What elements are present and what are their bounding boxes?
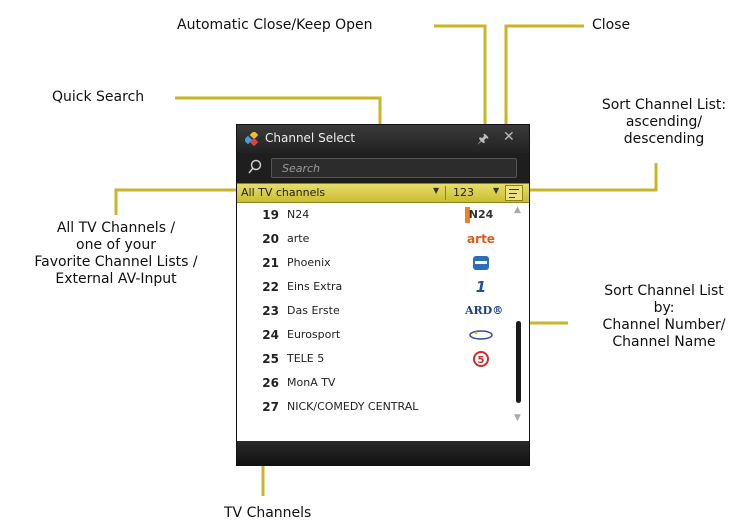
sort-order-icon[interactable]	[505, 185, 523, 201]
search-row: Search	[237, 153, 529, 183]
channel-number: 20	[262, 232, 279, 246]
annotation-sort-order: Sort Channel List: ascending/ descending	[601, 97, 727, 147]
list-item[interactable]: 23 Das Erste ARD®	[237, 299, 507, 323]
ard-logo: ARD®	[465, 304, 504, 317]
channel-number: 26	[262, 376, 279, 390]
list-item[interactable]: 26 MonA TV	[237, 371, 507, 395]
list-item[interactable]: 27 NICK/COMEDY CENTRAL	[237, 395, 507, 419]
channel-number: 27	[262, 400, 279, 414]
title-bar[interactable]: Channel Select 🖈 ✕	[237, 125, 529, 153]
scroll-thumb[interactable]	[516, 321, 521, 403]
dropdown-icon[interactable]: ▼	[493, 186, 499, 195]
channel-filter-select[interactable]: All TV channels	[241, 186, 325, 199]
channel-number: 21	[262, 256, 279, 270]
n24-logo: N24	[465, 207, 497, 223]
divider	[445, 186, 446, 200]
channel-name: Eins Extra	[287, 280, 343, 293]
channel-name: Das Erste	[287, 304, 340, 317]
scroll-down-icon[interactable]: ▼	[514, 413, 521, 423]
search-icon	[248, 159, 262, 174]
eurosport-logo	[465, 327, 497, 343]
channel-name: MonA TV	[287, 376, 336, 389]
list-item[interactable]: 19 N24 N24	[237, 203, 507, 227]
annotation-channel-filter: All TV Channels / one of your Favorite C…	[34, 220, 198, 287]
channel-number: 24	[262, 328, 279, 342]
window-title: Channel Select	[265, 131, 356, 145]
annotation-tv-channels: TV Channels	[224, 505, 312, 521]
channel-name: NICK/COMEDY CENTRAL	[287, 400, 419, 413]
pin-icon[interactable]: 🖈	[477, 130, 489, 152]
annotation-auto-close: Automatic Close/Keep Open	[177, 17, 373, 33]
channel-name: TELE 5	[287, 352, 325, 365]
channel-select-window: Channel Select 🖈 ✕ Search All TV channel…	[236, 124, 530, 466]
annotation-close: Close	[592, 17, 631, 33]
svg-text:5: 5	[478, 355, 485, 366]
list-item[interactable]: 21 Phoenix	[237, 251, 507, 275]
channel-number: 22	[262, 280, 279, 294]
channel-name: Eurosport	[287, 328, 341, 341]
close-icon[interactable]: ✕	[503, 129, 515, 145]
list-item[interactable]: 20 arte arte	[237, 227, 507, 251]
channel-number: 25	[262, 352, 279, 366]
channel-number: 23	[262, 304, 279, 318]
list-item[interactable]: 25 TELE 5 5	[237, 347, 507, 371]
search-input[interactable]: Search	[271, 158, 517, 178]
filter-bar: All TV channels ▼ 123 ▼	[237, 183, 529, 203]
eins-extra-logo: 1	[475, 278, 487, 296]
sort-by-select[interactable]: 123	[453, 186, 474, 199]
arte-logo: arte	[467, 232, 495, 246]
annotation-sort-by: Sort Channel List by: Channel Number/ Ch…	[602, 283, 726, 350]
phoenix-logo	[465, 255, 497, 271]
app-logo-icon	[245, 132, 259, 146]
bottom-bar	[237, 441, 529, 465]
list-item[interactable]: 24 Eurosport	[237, 323, 507, 347]
scroll-up-icon[interactable]: ▲	[514, 205, 521, 215]
annotation-quick-search: Quick Search	[52, 89, 145, 105]
channel-name: Phoenix	[287, 256, 331, 269]
channel-name: arte	[287, 232, 310, 245]
channel-list: 19 N24 N24 20 arte arte 21 Phoenix 22 Ei…	[237, 203, 529, 441]
dropdown-icon[interactable]: ▼	[433, 186, 439, 195]
channel-name: N24	[287, 208, 310, 221]
scrollbar[interactable]: ▲ ▼	[511, 203, 525, 431]
list-item[interactable]: 22 Eins Extra 1	[237, 275, 507, 299]
tele5-logo: 5	[465, 351, 497, 367]
channel-number: 19	[262, 208, 279, 222]
